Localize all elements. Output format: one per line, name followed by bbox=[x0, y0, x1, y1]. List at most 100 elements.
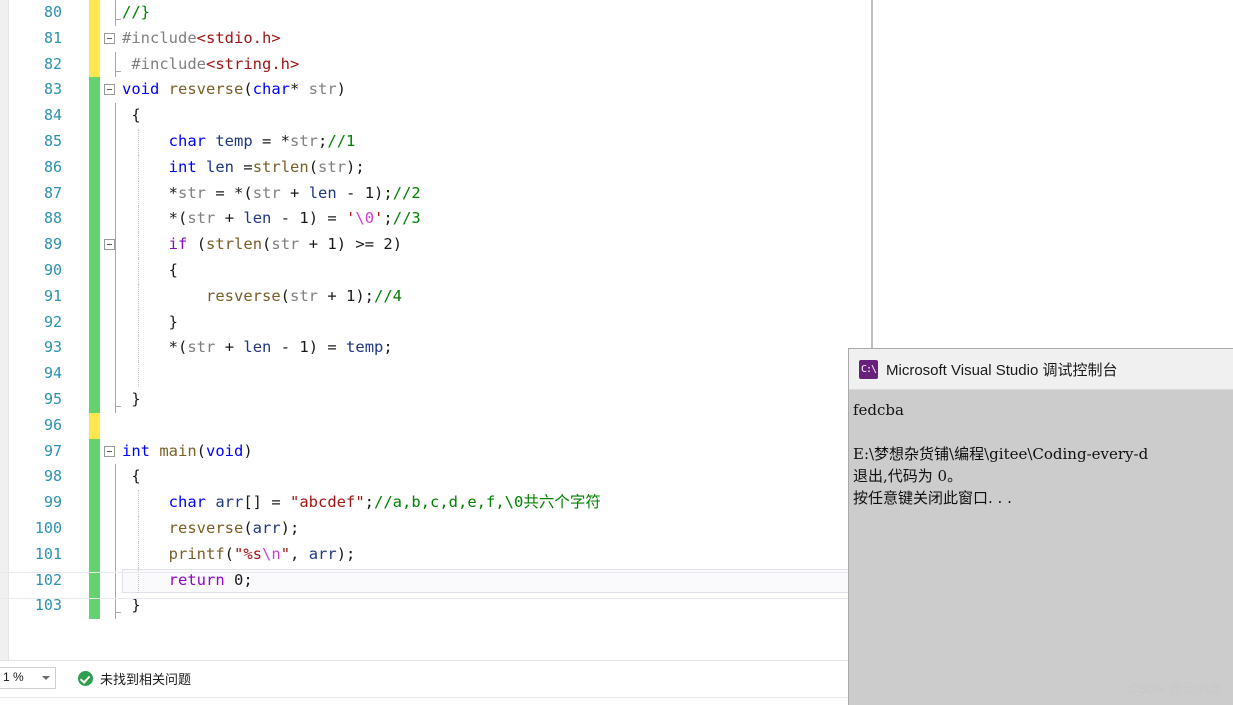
outline-margin[interactable] bbox=[102, 103, 122, 129]
outline-margin[interactable] bbox=[102, 155, 122, 181]
outline-margin[interactable] bbox=[102, 542, 122, 568]
collapse-toggle-icon[interactable] bbox=[104, 84, 115, 96]
code-line-row[interactable]: 84 { bbox=[0, 103, 872, 129]
code-line-row[interactable]: 85 char temp = *str;//1 bbox=[0, 128, 872, 155]
line-number: 96 bbox=[43, 415, 62, 434]
code-editor[interactable]: 80 //} 81 #include<stdio.h> 82 #include<… bbox=[0, 0, 872, 660]
line-number: 80 bbox=[43, 3, 62, 21]
status-bar: 1 % 未找到相关问题 bbox=[0, 660, 872, 705]
code-line-row[interactable]: 86 int len =strlen(str); bbox=[0, 154, 872, 181]
outline-margin[interactable] bbox=[102, 284, 122, 310]
structure-guide bbox=[115, 515, 116, 542]
code-line-row[interactable]: 98 { bbox=[0, 464, 872, 491]
code-line-row[interactable]: 92 } bbox=[0, 309, 872, 336]
code-line-row[interactable]: 91 resverse(str + 1);//4 bbox=[0, 283, 872, 310]
collapse-toggle-icon[interactable] bbox=[104, 239, 115, 251]
chevron-down-icon[interactable] bbox=[42, 676, 50, 680]
line-number: 91 bbox=[43, 286, 62, 305]
error-summary-label: 未找到相关问题 bbox=[100, 671, 192, 687]
code-text: *(str + len - 1) = temp; bbox=[168, 338, 393, 357]
outline-margin[interactable] bbox=[102, 206, 122, 232]
code-line-row[interactable]: 88 *(str + len - 1) = '\0';//3 bbox=[0, 206, 872, 233]
change-bar bbox=[89, 283, 100, 310]
code-line-row[interactable]: 97 int main(void) bbox=[0, 438, 872, 465]
structure-guide bbox=[115, 283, 116, 310]
code-text: int len =strlen(str); bbox=[168, 157, 365, 176]
change-bar bbox=[89, 515, 100, 542]
code-line-row[interactable]: 93 *(str + len - 1) = temp; bbox=[0, 335, 872, 362]
code-text: resverse(str + 1);//4 bbox=[206, 286, 403, 305]
code-line-row[interactable]: 81 #include<stdio.h> bbox=[0, 25, 872, 52]
outline-margin[interactable] bbox=[102, 361, 122, 387]
console-app-icon: C:\ bbox=[859, 360, 878, 379]
change-bar bbox=[89, 25, 100, 52]
outline-margin[interactable] bbox=[102, 490, 122, 516]
code-line-row[interactable]: 89 if (strlen(str + 1) >= 2) bbox=[0, 232, 872, 258]
console-title-bar[interactable]: C:\ Microsoft Visual Studio 调试控制台 bbox=[849, 349, 1233, 390]
code-line-row[interactable]: 87 *str = *(str + len - 1);//2 bbox=[0, 180, 872, 207]
change-bar bbox=[89, 464, 100, 491]
outline-margin[interactable] bbox=[102, 516, 122, 542]
code-line-row[interactable]: 80 //} bbox=[0, 0, 872, 26]
error-list-summary[interactable]: 未找到相关问题 bbox=[78, 668, 191, 688]
code-line-row[interactable]: 83 void resverse(char* str) bbox=[0, 77, 872, 104]
outline-margin[interactable] bbox=[102, 335, 122, 361]
change-bar bbox=[89, 0, 100, 26]
code-line-row[interactable]: 101 printf("%s\n", arr); bbox=[0, 541, 872, 568]
zoom-level-dropdown[interactable]: 1 % bbox=[0, 667, 56, 689]
outline-margin[interactable] bbox=[102, 26, 122, 52]
collapse-toggle-icon[interactable] bbox=[104, 445, 115, 457]
structure-guide bbox=[115, 128, 116, 155]
outline-margin[interactable] bbox=[102, 77, 122, 103]
outline-margin[interactable] bbox=[102, 52, 122, 78]
console-title-label: Microsoft Visual Studio 调试控制台 bbox=[886, 362, 1118, 379]
code-line-row[interactable]: 94 bbox=[0, 361, 872, 387]
code-text: } bbox=[168, 312, 179, 331]
outline-margin[interactable] bbox=[102, 258, 122, 284]
line-number: 92 bbox=[43, 312, 62, 331]
code-line-row[interactable]: 100 resverse(arr); bbox=[0, 515, 872, 542]
outline-margin[interactable] bbox=[102, 0, 122, 26]
structure-guide bbox=[115, 309, 116, 336]
code-text: char temp = *str;//1 bbox=[168, 131, 356, 150]
outline-margin[interactable] bbox=[102, 129, 122, 155]
code-text: //} bbox=[122, 3, 150, 21]
line-number: 82 bbox=[43, 54, 62, 73]
outline-margin[interactable] bbox=[102, 413, 122, 439]
code-line-row[interactable]: 96 bbox=[0, 412, 872, 439]
outline-margin[interactable] bbox=[102, 439, 122, 465]
outline-margin[interactable] bbox=[102, 387, 122, 413]
code-text: { bbox=[168, 260, 179, 279]
vs-screenshot-root: 80 //} 81 #include<stdio.h> 82 #include<… bbox=[0, 0, 1233, 705]
change-bar bbox=[89, 309, 100, 336]
change-bar bbox=[89, 128, 100, 155]
code-line-row[interactable]: 90 { bbox=[0, 257, 872, 284]
change-bar bbox=[89, 490, 100, 516]
line-number: 101 bbox=[34, 544, 62, 563]
editor-separator-line bbox=[0, 598, 872, 599]
code-lines-container: 80 //} 81 #include<stdio.h> 82 #include<… bbox=[0, 0, 872, 620]
code-text: char arr[] = "abcdef";//a,b,c,d,e,f,\0共六… bbox=[168, 493, 601, 512]
change-bar bbox=[89, 361, 100, 387]
outline-margin[interactable] bbox=[102, 232, 122, 258]
outline-margin[interactable] bbox=[102, 310, 122, 336]
code-text: } bbox=[131, 389, 141, 408]
change-bar bbox=[89, 386, 100, 413]
line-number: 93 bbox=[43, 338, 62, 357]
outline-margin[interactable] bbox=[102, 464, 122, 490]
outline-margin[interactable] bbox=[102, 181, 122, 207]
debug-console-window[interactable]: C:\ Microsoft Visual Studio 调试控制台 fedcba… bbox=[848, 348, 1233, 705]
console-output-line: fedcba bbox=[853, 401, 904, 419]
line-number: 98 bbox=[43, 467, 62, 486]
change-bar bbox=[89, 206, 100, 233]
code-line-row[interactable]: 95 } bbox=[0, 386, 872, 413]
change-bar bbox=[89, 77, 100, 104]
code-line-row[interactable]: 99 char arr[] = "abcdef";//a,b,c,d,e,f,\… bbox=[0, 490, 872, 516]
code-line-row[interactable]: 82 #include<string.h> bbox=[0, 51, 872, 78]
change-bar bbox=[89, 438, 100, 465]
collapse-toggle-icon[interactable] bbox=[104, 32, 115, 44]
check-circle-icon bbox=[78, 670, 93, 686]
console-output-area[interactable]: fedcba E:\梦想杂货铺\编程\gitee\Coding-every-d … bbox=[849, 390, 1233, 705]
change-bar bbox=[89, 232, 100, 258]
line-number: 87 bbox=[43, 183, 62, 202]
